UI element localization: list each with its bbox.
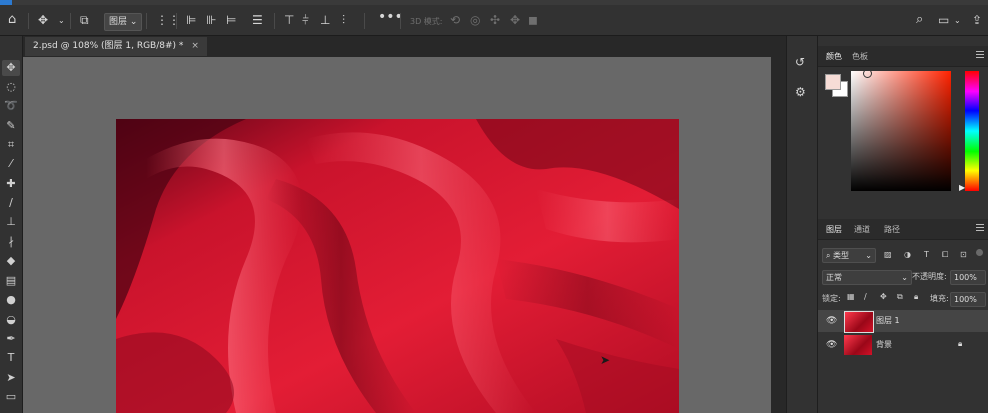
layer-filter-label: 类型 (833, 251, 850, 260)
panel-menu-icon[interactable] (976, 224, 984, 225)
align-right-icon[interactable]: ⊨ (226, 14, 236, 26)
filter-pixel-icon[interactable]: ▨ (884, 250, 892, 259)
opacity-field[interactable]: 100% (950, 270, 986, 285)
3d-pan-icon[interactable]: ✣ (490, 14, 500, 26)
properties-panel-icon[interactable]: ⚙ (795, 86, 806, 98)
tab-paths[interactable]: 路径 (884, 224, 900, 235)
options-bar: ⌂ ✥ ⌄ ⧉ 图层 ⌄ ⋮⋮ ⊫ ⊪ ⊨ ☰ ⊤ ⫩ ⊥ ⫶ ••• 3D 模… (0, 5, 988, 36)
color-picker-field[interactable] (851, 71, 951, 191)
lock-label: 锁定: (822, 294, 841, 303)
filter-adjustment-icon[interactable]: ◑ (904, 250, 911, 259)
layer-row[interactable]: 👁︎ 图层 1 (818, 310, 988, 333)
brush-tool-icon[interactable]: ∕ (2, 195, 20, 211)
3d-roll-icon[interactable]: ◎ (470, 14, 480, 26)
3d-scale-icon[interactable]: ◼ (528, 14, 538, 26)
tab-color[interactable]: 颜色 (826, 51, 842, 62)
layer-thumbnail (844, 311, 874, 333)
color-picker-handle[interactable] (863, 69, 872, 78)
tools-panel: ✥ ◌ ➰ ✎ ⌗ ⁄ ✚ ∕ ⊥ ∤ ◆ ▤ ● ◒ ✒ T ➤ ▭ (0, 36, 23, 413)
red-satin-image (116, 119, 679, 413)
path-select-tool-icon[interactable]: ➤ (2, 370, 20, 386)
layer-select-dropdown[interactable]: 图层 ⌄ (104, 13, 143, 31)
quick-select-tool-icon[interactable]: ✎ (2, 118, 20, 134)
layer-row[interactable]: 👁︎ 背景 🔒︎ (818, 334, 988, 356)
filter-smart-object-icon[interactable]: ⊡ (960, 250, 967, 259)
gradient-tool-icon[interactable]: ▤ (2, 273, 20, 289)
eraser-tool-icon[interactable]: ◆ (2, 253, 20, 269)
workspace-chevron-icon[interactable]: ⌄ (954, 15, 961, 27)
crop-tool-icon[interactable]: ⌗ (2, 137, 20, 153)
home-icon[interactable]: ⌂ (8, 13, 16, 26)
blend-mode-dropdown[interactable]: 正常 ⌄ (822, 270, 912, 285)
distribute-vertical-icon[interactable]: ⫶ (342, 14, 345, 26)
visibility-eye-icon[interactable]: 👁︎ (826, 340, 837, 350)
lock-image-icon[interactable]: ∕ (864, 292, 867, 301)
share-icon[interactable]: ⇪ (972, 14, 982, 26)
chevron-down-icon[interactable]: ⌄ (58, 15, 65, 27)
document-tab-title: 2.psd @ 108% (图层 1, RGB/8#) * (33, 41, 184, 51)
layer-filter-dropdown[interactable]: ⌕ 类型 ⌄ (822, 248, 876, 263)
filter-toggle-icon[interactable] (976, 249, 983, 256)
hue-slider-handle-icon[interactable]: ▶ (959, 183, 965, 192)
panel-dock: ↺ ⚙ (786, 36, 818, 413)
layer-name: 背景 (876, 340, 892, 349)
mouse-cursor-icon: ➤ (600, 353, 611, 367)
type-tool-icon[interactable]: T (2, 350, 20, 366)
hue-slider[interactable] (965, 71, 979, 191)
panel-menu-icon[interactable] (976, 51, 984, 52)
layer-name: 图层 1 (876, 316, 900, 325)
blur-tool-icon[interactable]: ● (2, 292, 20, 308)
lock-all-icon[interactable]: 🔒︎ (914, 292, 918, 302)
align-left-icon[interactable]: ⊫ (186, 14, 196, 26)
marquee-tool-icon[interactable]: ◌ (2, 79, 20, 95)
healing-tool-icon[interactable]: ✚ (2, 176, 20, 192)
auto-select-icon[interactable]: ⧉ (80, 14, 89, 26)
stamp-tool-icon[interactable]: ⊥ (2, 214, 20, 230)
align-bottom-icon[interactable]: ⊥ (320, 14, 330, 26)
visibility-eye-icon[interactable]: 👁︎ (826, 316, 837, 326)
layer-select-label: 图层 (109, 17, 128, 27)
search-icon[interactable]: ⌕ (916, 13, 923, 26)
document-tab[interactable]: 2.psd @ 108% (图层 1, RGB/8#) * × (25, 37, 207, 56)
fill-field[interactable]: 100% (950, 292, 986, 307)
lock-position-icon[interactable]: ✥ (880, 292, 887, 301)
distribute-icon[interactable]: ☰ (252, 14, 263, 26)
dodge-tool-icon[interactable]: ◒ (2, 312, 20, 328)
3d-orbit-icon[interactable]: ⟲ (450, 14, 460, 26)
layer-thumbnail (844, 335, 872, 355)
lock-icon: 🔒︎ (958, 339, 963, 348)
filter-shape-icon[interactable]: ⧠ (942, 250, 948, 260)
document-image[interactable] (116, 119, 679, 413)
opacity-label: 不透明度: (912, 272, 947, 281)
align-top-icon[interactable]: ⊤ (284, 14, 294, 26)
lasso-tool-icon[interactable]: ➰ (2, 98, 20, 114)
tab-layers[interactable]: 图层 (826, 224, 842, 235)
blend-mode-value: 正常 (826, 273, 842, 282)
layers-panel-header: 图层 通道 路径 (818, 219, 988, 240)
align-hcenter-icon[interactable]: ⊪ (206, 14, 216, 26)
workspace-icon[interactable]: ▭ (938, 14, 949, 26)
pen-tool-icon[interactable]: ✒ (2, 331, 20, 347)
align-vcenter-icon[interactable]: ⫩ (302, 14, 309, 26)
fill-value: 100% (954, 295, 977, 304)
close-icon[interactable]: × (191, 41, 199, 51)
move-tool-icon[interactable]: ✥ (38, 14, 48, 26)
filter-type-icon[interactable]: T (924, 250, 929, 259)
lock-transparent-icon[interactable]: ▦ (847, 292, 855, 301)
foreground-color-swatch[interactable] (825, 74, 841, 90)
history-panel-icon[interactable]: ↺ (795, 56, 805, 68)
rectangle-tool-icon[interactable]: ▭ (2, 389, 20, 405)
3d-slide-icon[interactable]: ✥ (510, 14, 520, 26)
move-tool-icon[interactable]: ✥ (2, 60, 20, 76)
color-panel-header: 颜色 色板 (818, 46, 988, 67)
lock-artboard-icon[interactable]: ⧉ (897, 292, 903, 302)
3d-mode-label: 3D 模式: (410, 17, 443, 26)
history-brush-tool-icon[interactable]: ∤ (2, 234, 20, 250)
fill-label: 填充: (930, 294, 949, 303)
tab-swatches[interactable]: 色板 (852, 51, 868, 62)
opacity-value: 100% (954, 273, 977, 282)
eyedropper-tool-icon[interactable]: ⁄ (2, 156, 20, 172)
tab-channels[interactable]: 通道 (854, 224, 870, 235)
